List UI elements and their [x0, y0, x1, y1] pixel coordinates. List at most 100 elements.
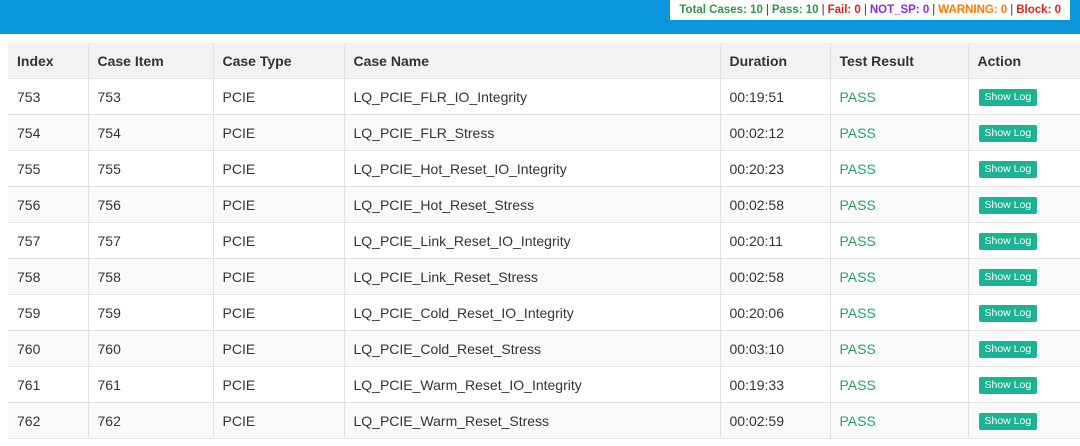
cell-action: Show Log — [968, 78, 1080, 115]
cell-index: 755 — [8, 150, 89, 187]
cell-case-type: PCIE — [213, 402, 345, 439]
table-row: 760 760 PCIE LQ_PCIE_Cold_Reset_Stress 0… — [8, 330, 1080, 367]
table-row: 756 756 PCIE LQ_PCIE_Hot_Reset_Stress 00… — [8, 186, 1080, 223]
cell-case-type: PCIE — [213, 186, 345, 223]
cell-action: Show Log — [968, 330, 1080, 367]
summary-separator: | — [765, 4, 769, 16]
cell-case-name: LQ_PCIE_Warm_Reset_Stress — [344, 402, 721, 439]
cell-case-name: LQ_PCIE_Hot_Reset_IO_Integrity — [344, 150, 721, 187]
show-log-button[interactable]: Show Log — [978, 125, 1038, 142]
table-row: 761 761 PCIE LQ_PCIE_Warm_Reset_IO_Integ… — [8, 366, 1080, 403]
cell-test-result: PASS — [830, 150, 969, 187]
cell-case-type: PCIE — [213, 330, 345, 367]
table-row: 753 753 PCIE LQ_PCIE_FLR_IO_Integrity 00… — [8, 78, 1080, 115]
column-header-action[interactable]: Action — [968, 43, 1080, 79]
column-header-index[interactable]: Index — [8, 43, 89, 79]
cell-case-type: PCIE — [213, 150, 345, 187]
cell-index: 756 — [8, 186, 89, 223]
cell-action: Show Log — [968, 294, 1080, 331]
table-row: 755 755 PCIE LQ_PCIE_Hot_Reset_IO_Integr… — [8, 150, 1080, 187]
show-log-button[interactable]: Show Log — [978, 233, 1038, 250]
cell-case-type: PCIE — [213, 114, 345, 151]
cell-action: Show Log — [968, 258, 1080, 295]
cell-case-name: LQ_PCIE_Link_Reset_IO_Integrity — [344, 222, 721, 259]
cell-index: 753 — [8, 78, 89, 115]
cell-action: Show Log — [968, 114, 1080, 151]
cell-duration: 00:02:58 — [720, 186, 831, 223]
summary-pass: Pass: 10 — [771, 4, 819, 16]
cell-index: 762 — [8, 402, 89, 439]
table-row: 759 759 PCIE LQ_PCIE_Cold_Reset_IO_Integ… — [8, 294, 1080, 331]
cell-test-result: PASS — [830, 366, 969, 403]
cell-case-item: 759 — [88, 294, 214, 331]
cell-case-item: 762 — [88, 402, 214, 439]
summary-block: Block: 0 — [1016, 4, 1061, 16]
cell-test-result: PASS — [830, 294, 969, 331]
cell-case-item: 761 — [88, 366, 214, 403]
cell-test-result: PASS — [830, 186, 969, 223]
cell-action: Show Log — [968, 222, 1080, 259]
cell-duration: 00:02:58 — [720, 258, 831, 295]
cell-index: 757 — [8, 222, 89, 259]
column-header-duration[interactable]: Duration — [720, 43, 831, 79]
table-row: 754 754 PCIE LQ_PCIE_FLR_Stress 00:02:12… — [8, 114, 1080, 151]
cell-case-type: PCIE — [213, 258, 345, 295]
table-row: 758 758 PCIE LQ_PCIE_Link_Reset_Stress 0… — [8, 258, 1080, 295]
show-log-button[interactable]: Show Log — [978, 89, 1038, 106]
cell-test-result: PASS — [830, 258, 969, 295]
cell-case-name: LQ_PCIE_Hot_Reset_Stress — [344, 186, 721, 223]
cell-index: 759 — [8, 294, 89, 331]
cell-duration: 00:20:06 — [720, 294, 831, 331]
cell-duration: 00:03:10 — [720, 330, 831, 367]
cell-case-name: LQ_PCIE_FLR_Stress — [344, 114, 721, 151]
cell-case-type: PCIE — [213, 222, 345, 259]
cell-case-name: LQ_PCIE_Warm_Reset_IO_Integrity — [344, 366, 721, 403]
show-log-button[interactable]: Show Log — [978, 377, 1038, 394]
show-log-button[interactable]: Show Log — [978, 305, 1038, 322]
summary-fail: Fail: 0 — [827, 4, 861, 16]
cell-case-item: 754 — [88, 114, 214, 151]
cell-case-type: PCIE — [213, 366, 345, 403]
cell-case-type: PCIE — [213, 78, 345, 115]
summary-warning: WARNING: 0 — [938, 4, 1008, 16]
case-summary: Total Cases: 10 | Pass: 10 | Fail: 0 | NOT_SP:… — [670, 0, 1070, 20]
summary-separator: | — [863, 4, 867, 16]
cell-duration: 00:20:23 — [720, 150, 831, 187]
cell-case-name: LQ_PCIE_Link_Reset_Stress — [344, 258, 721, 295]
test-report-page: Total Cases: 10 | Pass: 10 | Fail: 0 | NOT_SP:… — [0, 0, 1080, 446]
cell-case-item: 757 — [88, 222, 214, 259]
cell-action: Show Log — [968, 366, 1080, 403]
cell-duration: 00:19:33 — [720, 366, 831, 403]
summary-not-sp: NOT_SP: 0 — [869, 4, 930, 16]
column-header-test-result[interactable]: Test Result — [830, 43, 969, 79]
table-header-row: Index Case Item Case Type Case Name Dura… — [8, 43, 1080, 79]
cell-case-item: 756 — [88, 186, 214, 223]
cell-index: 754 — [8, 114, 89, 151]
show-log-button[interactable]: Show Log — [978, 161, 1038, 178]
cell-index: 758 — [8, 258, 89, 295]
show-log-button[interactable]: Show Log — [978, 269, 1038, 286]
cell-case-item: 758 — [88, 258, 214, 295]
cell-index: 760 — [8, 330, 89, 367]
summary-separator: | — [932, 4, 936, 16]
table-row: 762 762 PCIE LQ_PCIE_Warm_Reset_Stress 0… — [8, 402, 1080, 439]
cell-duration: 00:02:12 — [720, 114, 831, 151]
show-log-button[interactable]: Show Log — [978, 197, 1038, 214]
cell-action: Show Log — [968, 186, 1080, 223]
column-header-case-item[interactable]: Case Item — [88, 43, 214, 79]
summary-total: Total Cases: 10 — [679, 4, 763, 16]
cell-case-item: 760 — [88, 330, 214, 367]
cell-duration: 00:02:59 — [720, 402, 831, 439]
cell-index: 761 — [8, 366, 89, 403]
show-log-button[interactable]: Show Log — [978, 341, 1038, 358]
cell-test-result: PASS — [830, 114, 969, 151]
cell-duration: 00:19:51 — [720, 78, 831, 115]
test-results-table: Index Case Item Case Type Case Name Dura… — [8, 43, 1080, 439]
column-header-case-type[interactable]: Case Type — [213, 43, 345, 79]
show-log-button[interactable]: Show Log — [978, 413, 1038, 430]
cell-case-type: PCIE — [213, 294, 345, 331]
cell-case-item: 755 — [88, 150, 214, 187]
cell-test-result: PASS — [830, 330, 969, 367]
table-row: 757 757 PCIE LQ_PCIE_Link_Reset_IO_Integ… — [8, 222, 1080, 259]
column-header-case-name[interactable]: Case Name — [344, 43, 721, 79]
